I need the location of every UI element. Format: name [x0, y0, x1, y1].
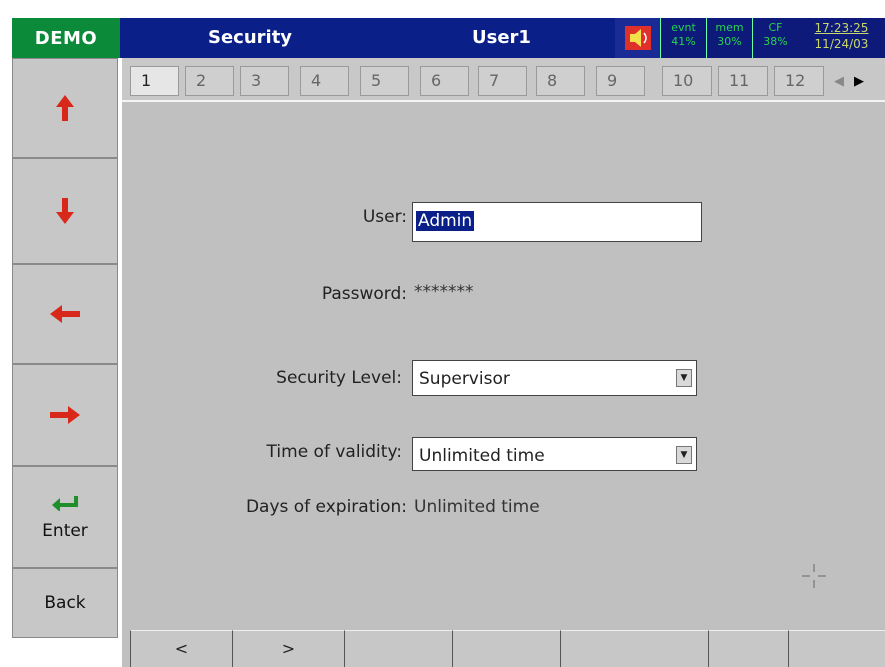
function-key-4[interactable]: [452, 630, 560, 667]
up-button[interactable]: [12, 58, 118, 158]
tab-6[interactable]: 6: [420, 66, 469, 96]
user-field-value: Admin: [416, 211, 475, 231]
security-level-label: Security Level:: [276, 368, 402, 388]
arrow-right-icon: [50, 406, 80, 424]
cf-label: CF: [768, 21, 783, 34]
function-key-3[interactable]: [344, 630, 452, 667]
crosshair-icon: [802, 564, 826, 588]
tab-1[interactable]: 1: [130, 66, 179, 96]
clock: 17:23:25 11/24/03: [798, 18, 885, 58]
expiration-label: Days of expiration:: [245, 497, 407, 517]
cf-usage: CF 38%: [752, 18, 798, 58]
tab-7[interactable]: 7: [478, 66, 527, 96]
event-usage: evnt 41%: [660, 18, 706, 58]
user-field[interactable]: Admin: [412, 202, 702, 242]
back-button[interactable]: Back: [12, 568, 118, 638]
tab-10[interactable]: 10: [662, 66, 712, 96]
memory-label: mem: [715, 21, 744, 34]
tab-scroll-left-icon[interactable]: ◀: [830, 70, 848, 94]
back-label: Back: [44, 593, 86, 613]
user-label: User:: [362, 207, 407, 227]
function-key-6[interactable]: [708, 630, 788, 667]
tab-11[interactable]: 11: [718, 66, 768, 96]
prev-button[interactable]: <: [130, 630, 232, 667]
clock-time: 17:23:25: [814, 21, 869, 35]
right-button[interactable]: [12, 364, 118, 466]
expiration-value: Unlimited time: [414, 497, 540, 517]
left-button[interactable]: [12, 264, 118, 364]
security-form: User: Admin Password: ******* Security L…: [122, 100, 885, 620]
tab-9[interactable]: 9: [596, 66, 645, 96]
chevron-down-icon[interactable]: ▼: [676, 369, 692, 387]
sidebar: Enter Back: [12, 58, 120, 638]
security-level-value: Supervisor: [419, 369, 510, 389]
tab-2[interactable]: 2: [185, 66, 234, 96]
tab-strip: 1 2 3 4 5 6 7 8 9 10 11 12 ◀ ▶: [122, 58, 885, 100]
header-bar: DEMO Security User1 evnt 41% mem 30% CF …: [0, 0, 885, 58]
validity-value: Unlimited time: [419, 446, 545, 466]
tab-5[interactable]: 5: [360, 66, 409, 96]
tab-8[interactable]: 8: [536, 66, 585, 96]
event-label: evnt: [671, 21, 696, 34]
enter-label: Enter: [42, 521, 88, 541]
arrow-left-icon: [50, 305, 80, 323]
chevron-down-icon[interactable]: ▼: [676, 446, 692, 464]
function-key-5[interactable]: [560, 630, 708, 667]
password-label: Password:: [321, 284, 407, 304]
memory-value: 30%: [717, 35, 742, 48]
function-bar: < >: [122, 620, 885, 667]
enter-icon: [52, 496, 78, 511]
arrow-down-icon: [56, 198, 74, 224]
title-bar: Security User1: [120, 18, 615, 58]
cf-value: 38%: [763, 35, 788, 48]
password-value: *******: [414, 282, 474, 302]
memory-usage: mem 30%: [706, 18, 752, 58]
function-key-7[interactable]: [788, 630, 885, 667]
tab-12[interactable]: 12: [774, 66, 824, 96]
tab-scroll-right-icon[interactable]: ▶: [850, 70, 868, 94]
tab-4[interactable]: 4: [300, 66, 349, 96]
tab-3[interactable]: 3: [240, 66, 289, 96]
validity-select[interactable]: Unlimited time ▼: [412, 437, 697, 471]
speaker-icon[interactable]: [615, 18, 660, 58]
arrow-up-icon: [56, 95, 74, 121]
demo-label: DEMO: [12, 18, 120, 58]
security-level-select[interactable]: Supervisor ▼: [412, 360, 697, 396]
page-title: Security: [208, 27, 293, 48]
enter-button[interactable]: Enter: [12, 466, 118, 568]
current-user: User1: [472, 27, 531, 48]
next-button[interactable]: >: [232, 630, 344, 667]
down-button[interactable]: [12, 158, 118, 264]
validity-label: Time of validity:: [266, 442, 402, 462]
clock-date: 11/24/03: [814, 37, 869, 51]
event-value: 41%: [671, 35, 696, 48]
